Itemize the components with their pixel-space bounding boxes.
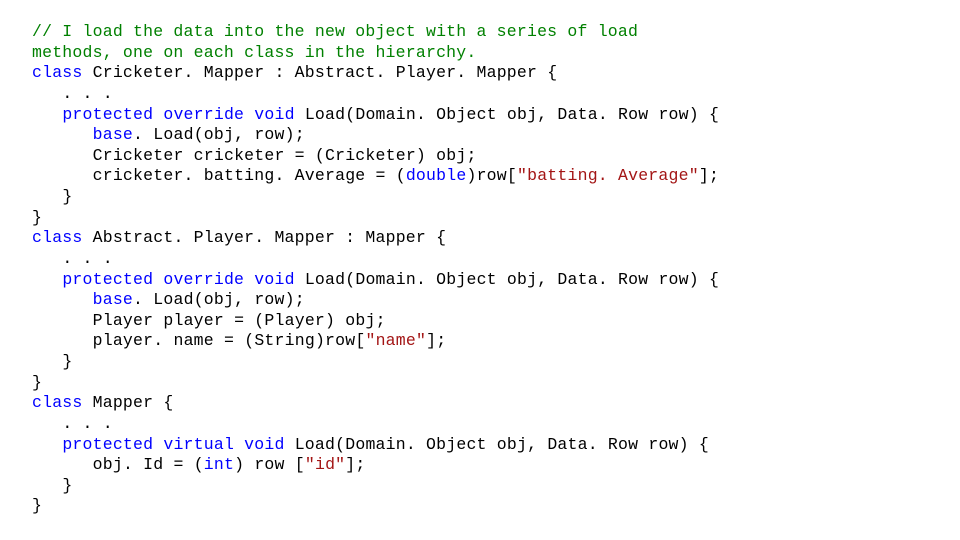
class-name-3: Mapper bbox=[93, 393, 154, 412]
class-name-1: Cricketer. Mapper bbox=[93, 63, 265, 82]
comment-line-1: // I load the data into the new object w… bbox=[32, 22, 638, 41]
method-load-1: Load bbox=[305, 105, 345, 124]
str-id: "id" bbox=[305, 455, 345, 474]
ellipsis-1: . . . bbox=[62, 84, 113, 103]
code-listing: // I load the data into the new object w… bbox=[0, 0, 960, 539]
str-batting-average: "batting. Average" bbox=[517, 166, 699, 185]
method-load-3: Load bbox=[295, 435, 335, 454]
kw-class: class bbox=[32, 63, 83, 82]
class-name-2: Abstract. Player. Mapper bbox=[93, 228, 335, 247]
str-name: "name" bbox=[365, 331, 426, 350]
ellipsis-3: . . . bbox=[62, 414, 113, 433]
method-load-2: Load bbox=[305, 270, 345, 289]
base-class-2: Mapper bbox=[365, 228, 426, 247]
comment-line-2: methods, one on each class in the hierar… bbox=[32, 43, 476, 62]
base-class-1: Abstract. Player. Mapper bbox=[295, 63, 537, 82]
ellipsis-2: . . . bbox=[62, 249, 113, 268]
